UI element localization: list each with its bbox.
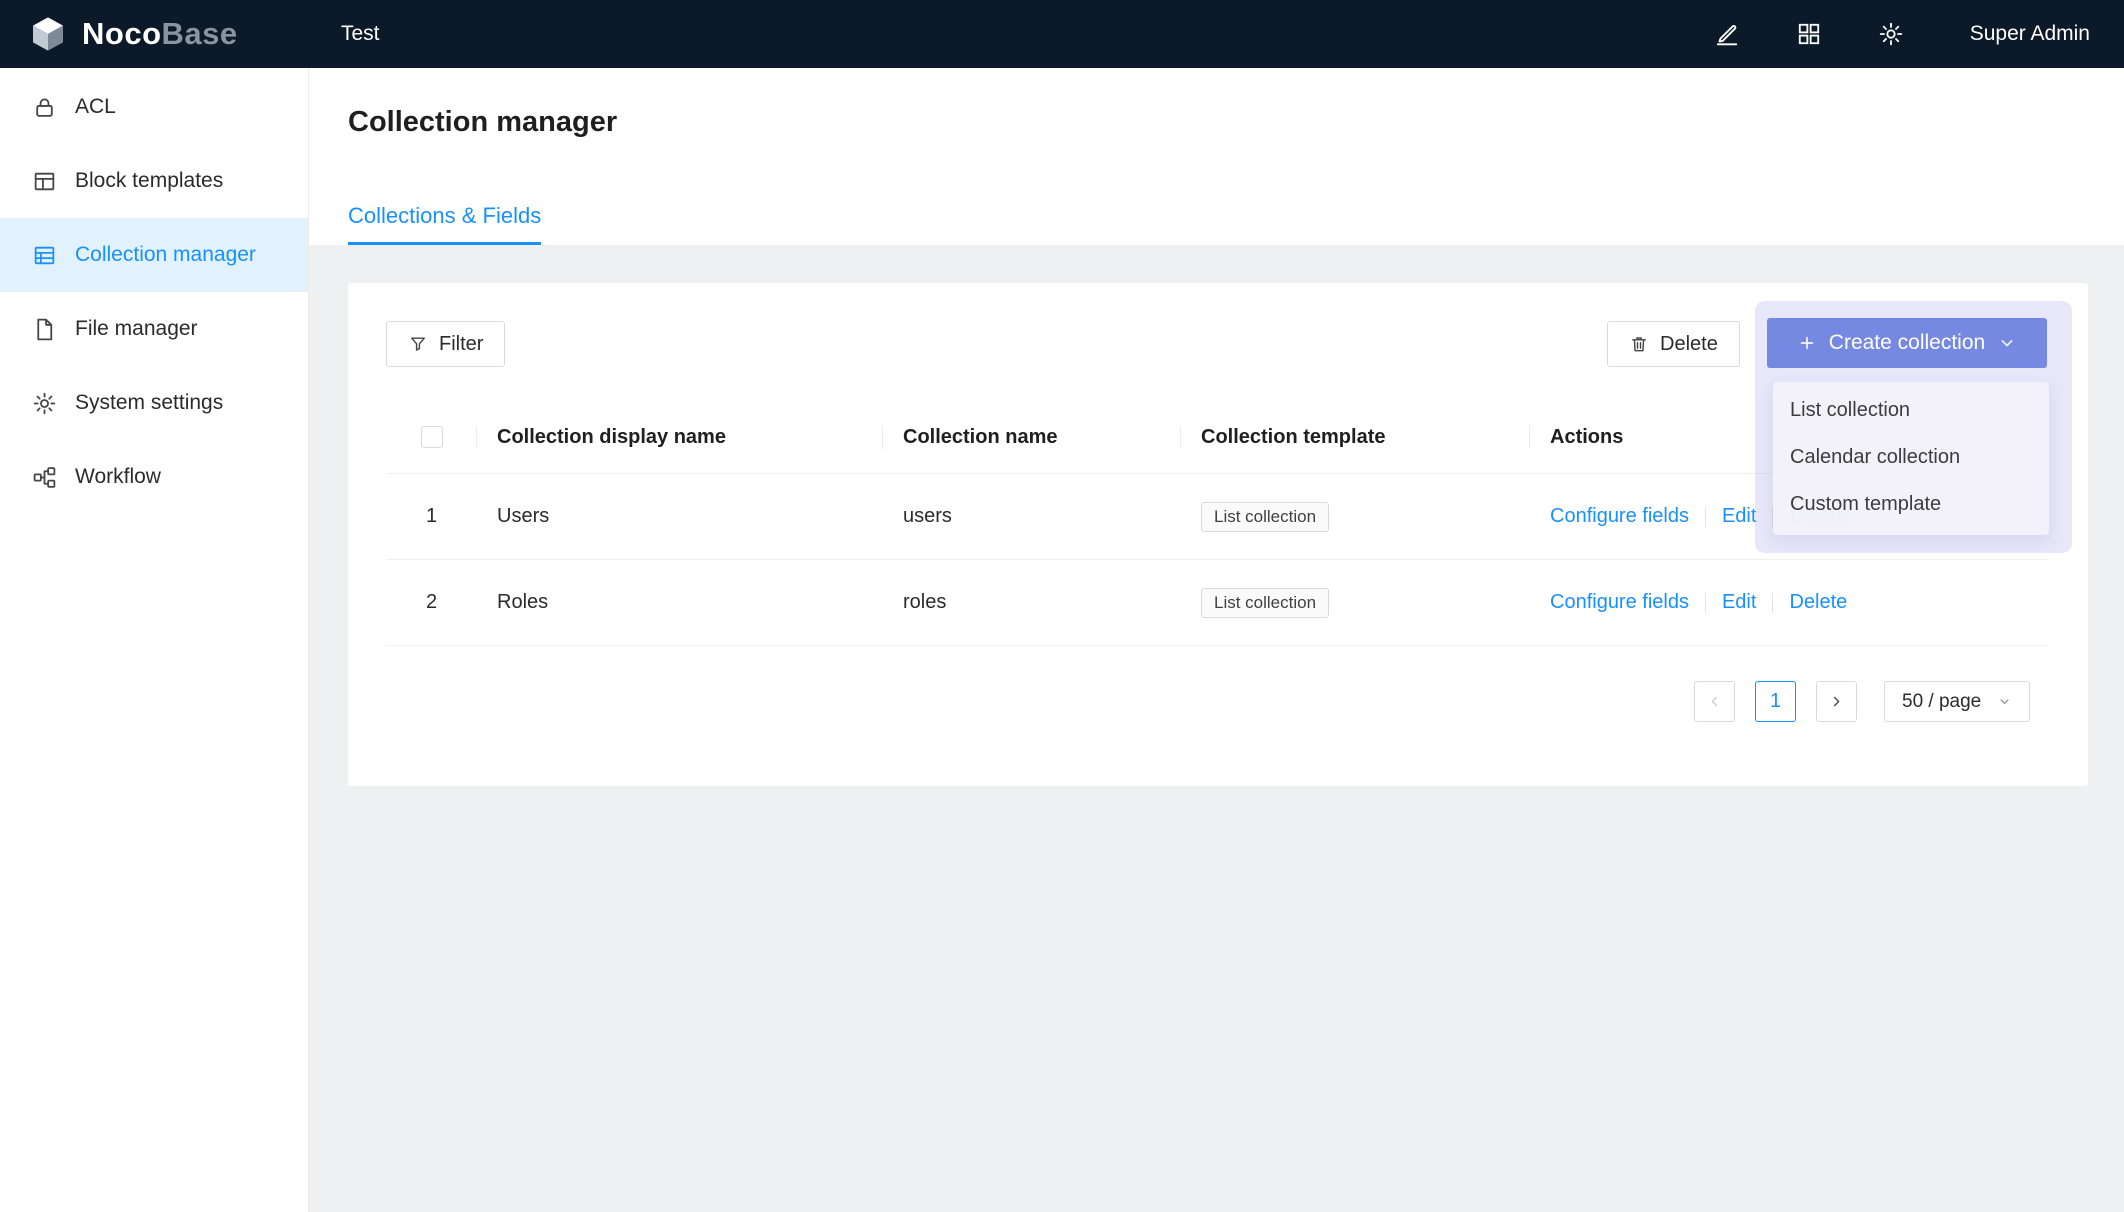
cube-logo-icon bbox=[28, 14, 68, 54]
row-index: 2 bbox=[386, 591, 477, 614]
tab-collections-fields[interactable]: Collections & Fields bbox=[348, 203, 541, 245]
page-size-select[interactable]: 50 / page bbox=[1884, 681, 2030, 722]
sidebar-item-workflow[interactable]: Workflow bbox=[0, 440, 308, 514]
nav-item-test[interactable]: Test bbox=[341, 22, 380, 46]
action-divider bbox=[1705, 507, 1706, 527]
table-icon bbox=[32, 243, 57, 268]
apps-grid-icon[interactable] bbox=[1796, 21, 1822, 47]
header-right: Super Admin bbox=[1714, 21, 2124, 47]
filter-icon bbox=[408, 334, 428, 354]
header-checkbox-cell bbox=[386, 401, 477, 473]
app-header: NocoBase Test Super Admin bbox=[0, 0, 2124, 68]
filter-label: Filter bbox=[439, 333, 483, 356]
sidebar-item-acl[interactable]: ACL bbox=[0, 70, 308, 144]
workflow-icon bbox=[32, 465, 57, 490]
menu-item-custom-template[interactable]: Custom template bbox=[1773, 481, 2049, 528]
highlighter-icon[interactable] bbox=[1714, 21, 1740, 47]
delete-button[interactable]: Delete bbox=[1607, 321, 1740, 367]
gear-icon bbox=[32, 391, 57, 416]
file-icon bbox=[32, 317, 57, 342]
sidebar-item-block-templates[interactable]: Block templates bbox=[0, 144, 308, 218]
column-template: Collection template bbox=[1181, 401, 1530, 473]
row-index: 1 bbox=[386, 505, 477, 528]
action-divider bbox=[1772, 593, 1773, 613]
gear-icon[interactable] bbox=[1878, 21, 1904, 47]
sidebar: ACL Block templates Collection manager F… bbox=[0, 68, 309, 1212]
lock-icon bbox=[32, 95, 57, 120]
row-name: users bbox=[883, 505, 1181, 528]
create-collection-overlay: Create collection List collection Calend… bbox=[1755, 301, 2072, 553]
column-display-name: Collection display name bbox=[477, 401, 883, 473]
next-page-button[interactable] bbox=[1816, 681, 1857, 722]
sidebar-item-label: System settings bbox=[75, 391, 223, 415]
column-name: Collection name bbox=[883, 401, 1181, 473]
pagination: 1 50 / page bbox=[1694, 681, 2030, 722]
create-collection-button[interactable]: Create collection bbox=[1767, 318, 2047, 368]
chevron-right-icon bbox=[1828, 693, 1845, 710]
sidebar-item-system-settings[interactable]: System settings bbox=[0, 366, 308, 440]
delete-label: Delete bbox=[1660, 333, 1718, 356]
brand-light: Base bbox=[162, 16, 238, 51]
row-template-cell: List collection bbox=[1181, 502, 1530, 532]
table-row-roles: 2 Roles roles List collection Configure … bbox=[386, 560, 2048, 646]
create-collection-label: Create collection bbox=[1829, 331, 1985, 355]
template-tag: List collection bbox=[1201, 502, 1329, 532]
row-actions: Configure fields Edit Delete bbox=[1530, 591, 2048, 614]
select-all-checkbox[interactable] bbox=[421, 426, 443, 448]
prev-page-button[interactable] bbox=[1694, 681, 1735, 722]
delete-link[interactable]: Delete bbox=[1789, 591, 1847, 614]
main-area: Collection manager Collections & Fields … bbox=[309, 68, 2124, 1212]
page-head: Collection manager Collections & Fields bbox=[309, 68, 2124, 245]
user-menu[interactable]: Super Admin bbox=[1970, 22, 2090, 46]
edit-link[interactable]: Edit bbox=[1722, 505, 1756, 528]
trash-icon bbox=[1629, 334, 1649, 354]
chevron-down-icon bbox=[1997, 694, 2012, 709]
brand-bold: Noco bbox=[82, 16, 162, 51]
brand-text: NocoBase bbox=[82, 16, 238, 52]
layout-icon bbox=[32, 169, 57, 194]
sidebar-item-file-manager[interactable]: File manager bbox=[0, 292, 308, 366]
sidebar-item-label: Block templates bbox=[75, 169, 223, 193]
create-collection-menu: List collection Calendar collection Cust… bbox=[1773, 382, 2049, 535]
sidebar-item-label: Workflow bbox=[75, 465, 161, 489]
row-display-name: Roles bbox=[477, 591, 883, 614]
row-display-name: Users bbox=[477, 505, 883, 528]
chevron-left-icon bbox=[1706, 693, 1723, 710]
filter-button[interactable]: Filter bbox=[386, 321, 505, 367]
page-number-button[interactable]: 1 bbox=[1755, 681, 1796, 722]
menu-item-list-collection[interactable]: List collection bbox=[1773, 387, 2049, 434]
menu-item-calendar-collection[interactable]: Calendar collection bbox=[1773, 434, 2049, 481]
sidebar-item-label: ACL bbox=[75, 95, 116, 119]
row-template-cell: List collection bbox=[1181, 588, 1530, 618]
chevron-down-icon bbox=[1997, 333, 2017, 353]
collections-card: Filter Delete Collection display name Co… bbox=[348, 283, 2088, 786]
row-name: roles bbox=[883, 591, 1181, 614]
sidebar-item-label: Collection manager bbox=[75, 243, 256, 267]
plus-icon bbox=[1797, 333, 1817, 353]
nocobase-logo[interactable]: NocoBase bbox=[0, 14, 309, 54]
sidebar-item-collection-manager[interactable]: Collection manager bbox=[0, 218, 308, 292]
page-size-value: 50 / page bbox=[1902, 691, 1981, 713]
page-title: Collection manager bbox=[348, 106, 617, 139]
sidebar-item-label: File manager bbox=[75, 317, 198, 341]
edit-link[interactable]: Edit bbox=[1722, 591, 1756, 614]
configure-fields-link[interactable]: Configure fields bbox=[1550, 505, 1689, 528]
configure-fields-link[interactable]: Configure fields bbox=[1550, 591, 1689, 614]
template-tag: List collection bbox=[1201, 588, 1329, 618]
action-divider bbox=[1705, 593, 1706, 613]
